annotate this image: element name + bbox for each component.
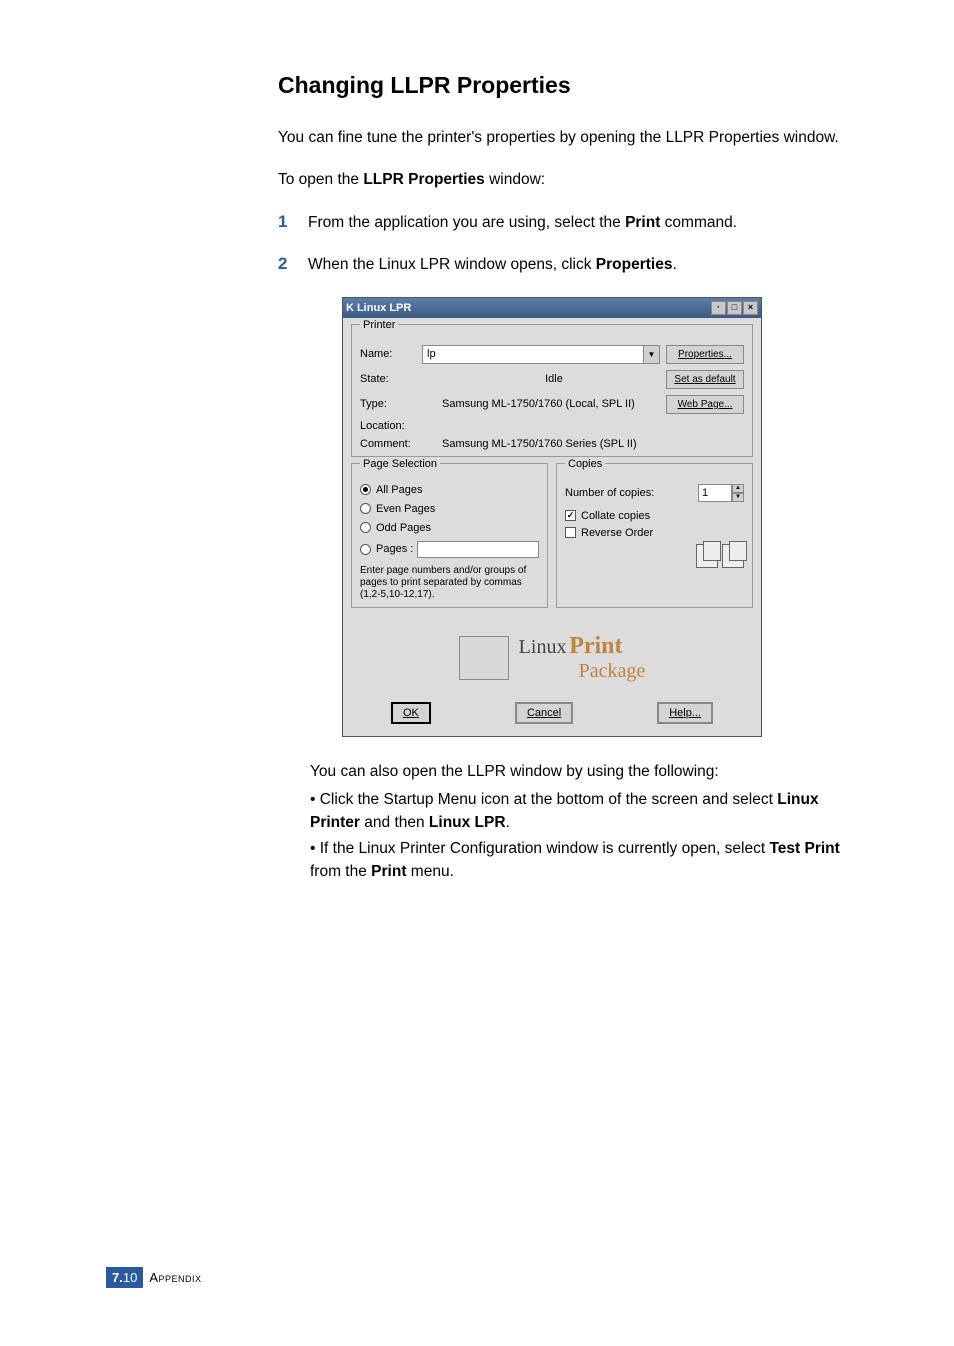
copies-illustration: [565, 544, 744, 568]
spinner-buttons[interactable]: ▲▼: [732, 484, 744, 502]
reverse-checkbox[interactable]: Reverse Order: [565, 527, 744, 539]
combo-arrow-icon[interactable]: ▼: [643, 346, 659, 363]
pages-radio[interactable]: Pages :: [360, 541, 539, 558]
b1-mid: and then: [360, 814, 429, 831]
ok-button[interactable]: OK: [391, 702, 431, 724]
b1-pre: Click the Startup Menu icon at the botto…: [320, 791, 778, 808]
page-selection-group: Page Selection All Pages Even Pages Odd …: [351, 463, 548, 608]
page-number-box: 7.10: [106, 1267, 143, 1288]
b1-bold2: Linux LPR: [429, 814, 506, 831]
opener-pre: To open the: [278, 171, 363, 188]
bullet-2: If the Linux Printer Configuration windo…: [310, 838, 868, 883]
web-page-button[interactable]: Web Page...: [666, 395, 744, 414]
step-number: 2: [278, 254, 308, 276]
reverse-label: Reverse Order: [581, 527, 653, 539]
logo-area: Linux Print Package: [351, 614, 753, 702]
step2-post: .: [672, 256, 676, 273]
opener-bold: LLPR Properties: [363, 171, 484, 188]
radio-icon: [360, 544, 371, 555]
radio-icon: [360, 484, 371, 495]
type-label: Type:: [360, 398, 422, 410]
radio-icon: [360, 522, 371, 533]
cancel-button[interactable]: Cancel: [515, 702, 573, 724]
titlebar-title: Linux LPR: [357, 302, 411, 314]
set-default-button[interactable]: Set as default: [666, 370, 744, 389]
page-stack-icon: [696, 544, 718, 568]
section-heading: Changing LLPR Properties: [278, 72, 868, 99]
properties-button[interactable]: Properties...: [666, 345, 744, 364]
step-1: 1 From the application you are using, se…: [278, 212, 868, 234]
logo-linux: Linux: [519, 636, 567, 658]
step-body: When the Linux LPR window opens, click P…: [308, 254, 677, 276]
pages-hint: Enter page numbers and/or groups of page…: [360, 565, 539, 601]
radio-icon: [360, 503, 371, 514]
copies-group: Copies Number of copies: 1 ▲▼ ✓Collate c…: [556, 463, 753, 608]
spinner-up-icon[interactable]: ▲: [732, 484, 744, 493]
step1-bold: Print: [625, 214, 660, 231]
type-value: Samsung ML-1750/1760 (Local, SPL II): [422, 398, 666, 410]
location-label: Location:: [360, 420, 422, 432]
bullet-1: Click the Startup Menu icon at the botto…: [310, 789, 868, 834]
help-button[interactable]: Help...: [657, 702, 713, 724]
titlebar-k-icon: K: [346, 302, 354, 314]
section-name: Appendix: [149, 1270, 201, 1285]
checkbox-icon: [565, 527, 576, 538]
spinner-down-icon[interactable]: ▼: [732, 493, 744, 502]
step-number: 1: [278, 212, 308, 234]
all-pages-label: All Pages: [376, 484, 422, 496]
after-paragraph: You can also open the LLPR window by usi…: [310, 761, 868, 783]
opener-post: window:: [485, 171, 545, 188]
b2-bold2: Print: [371, 863, 406, 880]
even-pages-label: Even Pages: [376, 503, 435, 515]
titlebar: K Linux LPR · □ ×: [343, 298, 761, 318]
odd-pages-radio[interactable]: Odd Pages: [360, 522, 539, 534]
printer-icon: [459, 636, 509, 680]
step-body: From the application you are using, sele…: [308, 212, 737, 234]
pages-input[interactable]: [417, 541, 539, 558]
step1-post: command.: [660, 214, 737, 231]
comment-value: Samsung ML-1750/1760 Series (SPL II): [422, 438, 744, 450]
opener-paragraph: To open the LLPR Properties window:: [278, 169, 868, 191]
copies-label: Number of copies:: [565, 487, 654, 499]
step1-pre: From the application you are using, sele…: [308, 214, 625, 231]
page-footer: 7.10 Appendix: [106, 1267, 202, 1288]
copies-spinner[interactable]: 1: [698, 484, 732, 502]
printer-group: Printer Name: lp ▼ Properties... State: …: [351, 324, 753, 457]
printer-legend: Printer: [360, 319, 398, 331]
all-pages-radio[interactable]: All Pages: [360, 484, 539, 496]
step-2: 2 When the Linux LPR window opens, click…: [278, 254, 868, 276]
page-number: 10: [123, 1270, 137, 1285]
copies-legend: Copies: [565, 458, 605, 470]
intro-paragraph: You can fine tune the printer's properti…: [278, 127, 868, 149]
printer-name-combo[interactable]: lp ▼: [422, 345, 660, 364]
comment-label: Comment:: [360, 438, 422, 450]
logo-print: Print: [569, 633, 622, 659]
page-stack-icon: [722, 544, 744, 568]
b2-bold1: Test Print: [769, 840, 839, 857]
step2-bold: Properties: [596, 256, 673, 273]
state-value: Idle: [422, 373, 666, 385]
chapter-number: 7.: [112, 1270, 123, 1285]
printer-name-value: lp: [423, 348, 643, 360]
logo-package: Package: [579, 660, 646, 682]
b2-pre: If the Linux Printer Configuration windo…: [320, 840, 770, 857]
name-label: Name:: [360, 348, 422, 360]
collate-label: Collate copies: [581, 510, 650, 522]
b1-post: .: [506, 814, 510, 831]
maximize-button[interactable]: □: [727, 301, 742, 315]
step2-pre: When the Linux LPR window opens, click: [308, 256, 596, 273]
dialog-figure: K Linux LPR · □ × Printer Name: lp ▼: [342, 297, 868, 737]
odd-pages-label: Odd Pages: [376, 522, 431, 534]
pages-label: Pages :: [376, 543, 413, 555]
b2-mid: from the: [310, 863, 371, 880]
state-label: State:: [360, 373, 422, 385]
checkbox-icon: ✓: [565, 510, 576, 521]
collate-checkbox[interactable]: ✓ Collate copies: [565, 510, 744, 522]
minimize-button[interactable]: ·: [711, 301, 726, 315]
b2-post: menu.: [406, 863, 453, 880]
page-selection-legend: Page Selection: [360, 458, 440, 470]
close-button[interactable]: ×: [743, 301, 758, 315]
linux-lpr-dialog: K Linux LPR · □ × Printer Name: lp ▼: [342, 297, 762, 737]
even-pages-radio[interactable]: Even Pages: [360, 503, 539, 515]
